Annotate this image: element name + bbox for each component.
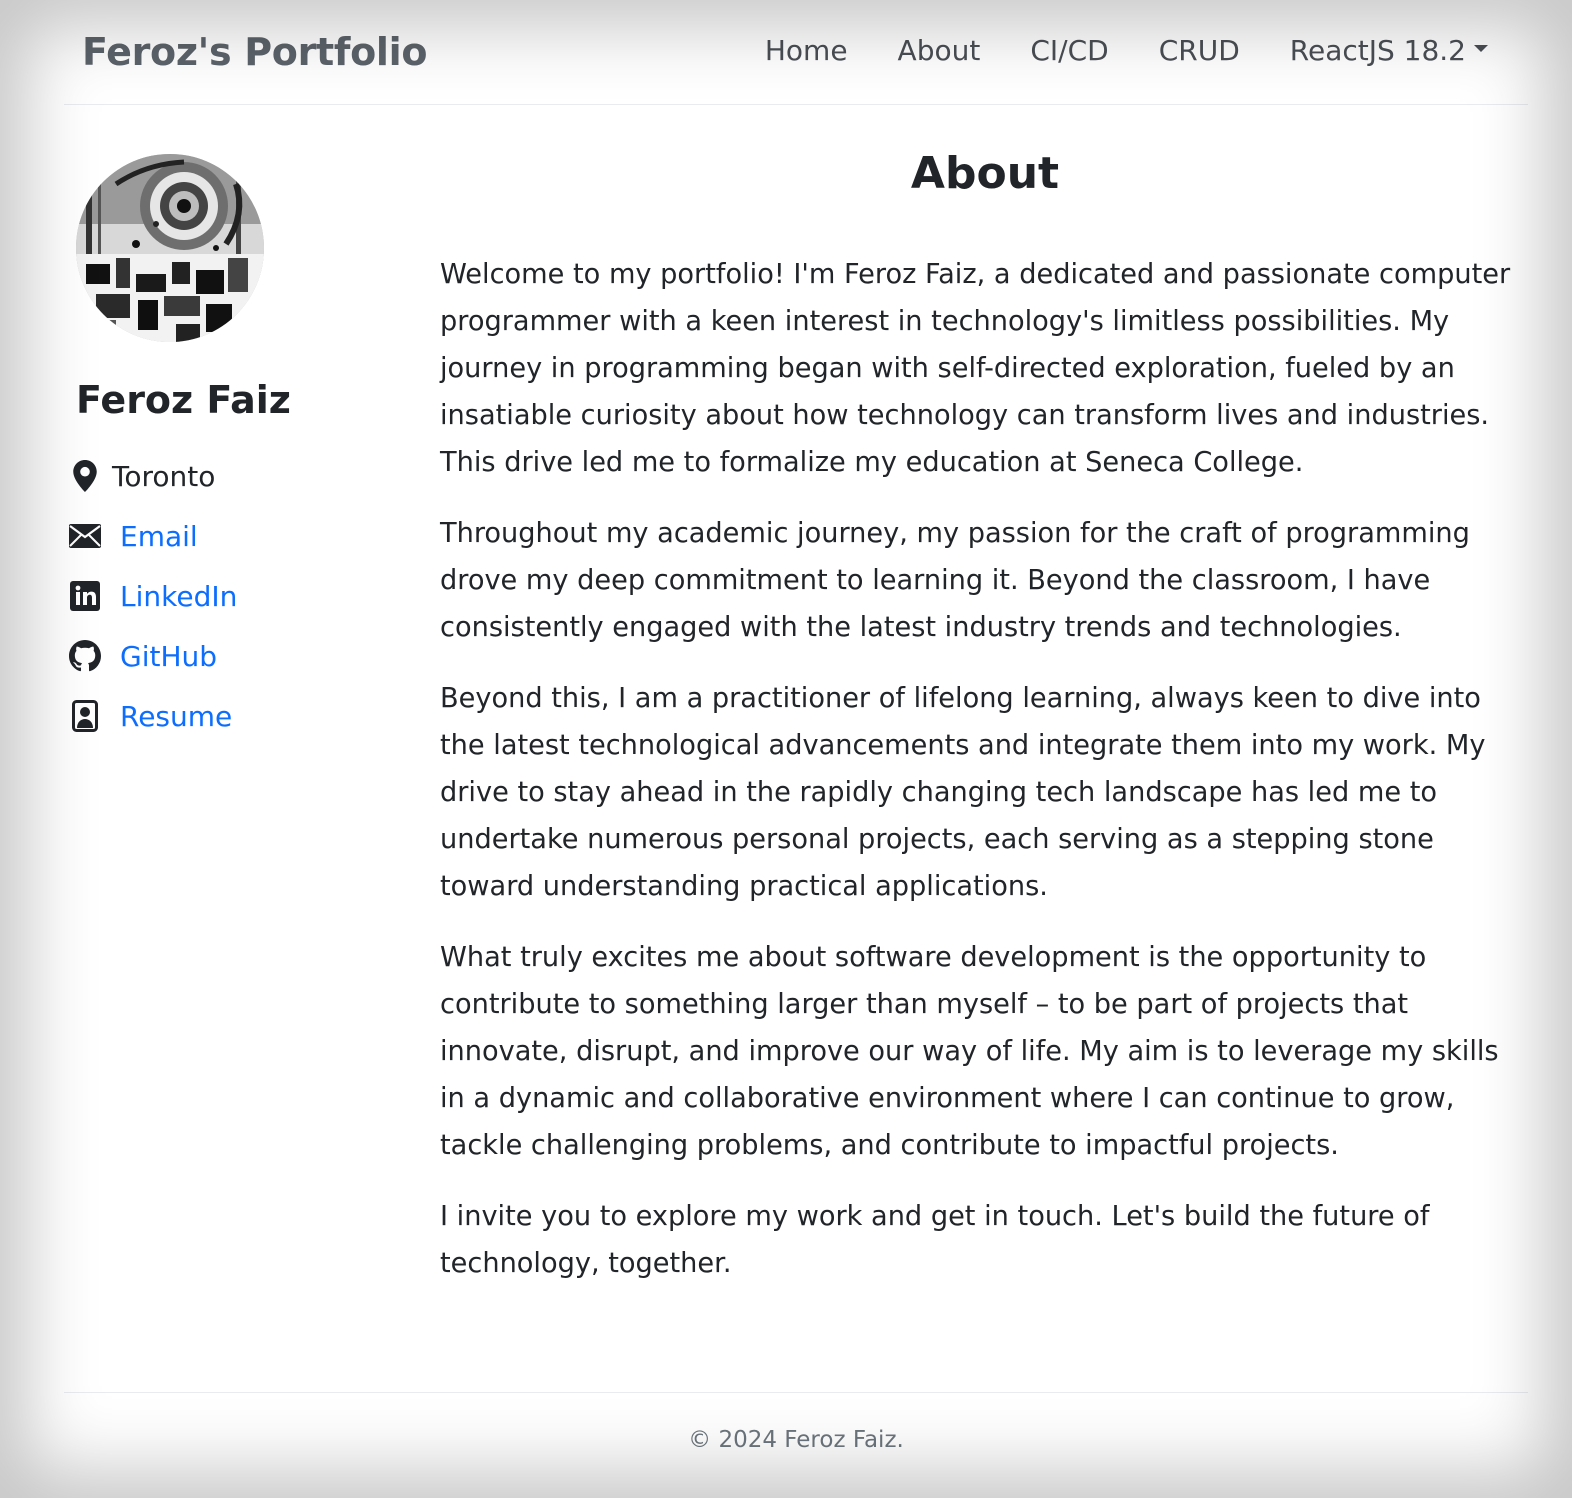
about-paragraph-4: What truly excites me about software dev… — [440, 942, 1499, 1161]
nav-cicd[interactable]: CI/CD — [1030, 34, 1108, 67]
footer: © 2024 Feroz Faiz. — [64, 1392, 1528, 1493]
person-badge-icon — [68, 699, 102, 733]
brand-link[interactable]: Feroz's Portfolio — [82, 30, 428, 74]
about-paragraph-3: Beyond this, I am a practitioner of life… — [440, 683, 1486, 902]
about-paragraph-5: I invite you to explore my work and get … — [440, 1201, 1430, 1279]
github-icon — [68, 639, 102, 673]
map-pin-icon — [68, 459, 102, 493]
envelope-icon — [68, 519, 102, 553]
linkedin-icon — [68, 579, 102, 613]
nav-reactjs-label: ReactJS 18.2 — [1289, 34, 1466, 67]
nav-about[interactable]: About — [898, 34, 981, 67]
nav-home[interactable]: Home — [765, 34, 848, 67]
about-paragraph-2: Throughout my academic journey, my passi… — [440, 518, 1470, 643]
about-section: About Welcome to my portfolio! I'm Feroz… — [440, 140, 1530, 1311]
nav-reactjs-dropdown[interactable]: ReactJS 18.2 — [1290, 34, 1488, 67]
location-item: Toronto — [68, 454, 237, 498]
contact-item-email: Email — [68, 514, 237, 558]
caret-down-icon — [1474, 44, 1488, 52]
github-link[interactable]: GitHub — [120, 640, 217, 673]
footer-copyright: © 2024 Feroz Faiz. — [688, 1427, 904, 1453]
page-title: About — [910, 148, 1060, 199]
location-text: Toronto — [112, 459, 216, 493]
nav-crud[interactable]: CRUD — [1159, 34, 1240, 67]
avatar — [76, 154, 264, 342]
contact-item-resume: Resume — [68, 694, 237, 738]
linkedin-link[interactable]: LinkedIn — [120, 580, 237, 613]
resume-link[interactable]: Resume — [120, 700, 232, 733]
nav-links: Home About CI/CD CRUD ReactJS 18.2 — [715, 34, 1488, 67]
navbar: Feroz's Portfolio Home About CI/CD CRUD … — [64, 0, 1528, 105]
contact-item-linkedin: LinkedIn — [68, 574, 237, 618]
email-link[interactable]: Email — [120, 520, 198, 553]
about-paragraph-1: Welcome to my portfolio! I'm Feroz Faiz,… — [440, 259, 1511, 478]
profile-name: Feroz Faiz — [76, 378, 291, 422]
contact-item-github: GitHub — [68, 634, 237, 678]
contact-list: Toronto Email LinkedIn GitHub Resume — [68, 454, 237, 754]
avatar-image — [76, 154, 264, 342]
